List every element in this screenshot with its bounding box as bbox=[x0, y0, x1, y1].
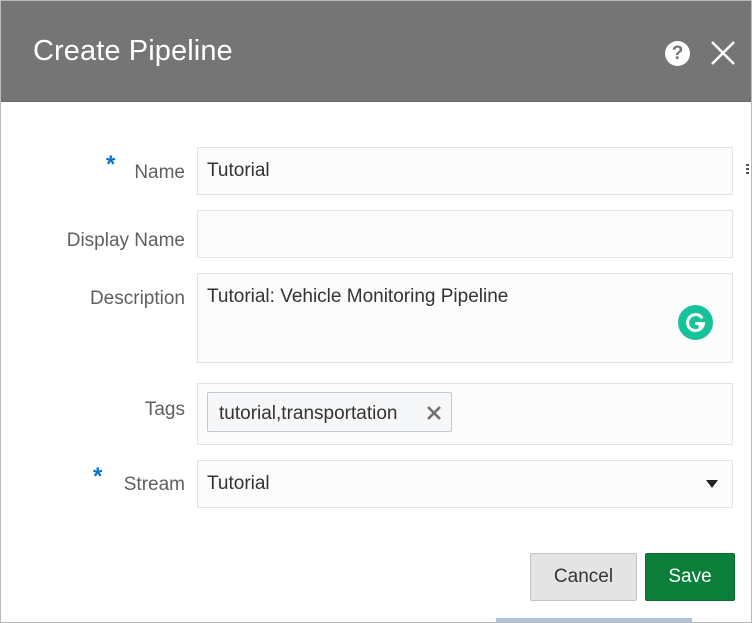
tag-chip-label: tutorial,transportation bbox=[219, 403, 398, 424]
name-label: Name bbox=[134, 162, 185, 183]
help-icon[interactable]: ? bbox=[665, 41, 690, 66]
cancel-button[interactable]: Cancel bbox=[530, 553, 637, 601]
dialog-header: Create Pipeline ? bbox=[1, 1, 751, 102]
dialog-title: Create Pipeline bbox=[33, 35, 233, 67]
tags-input[interactable]: tutorial,transportation bbox=[197, 383, 733, 445]
name-required-marker: * bbox=[106, 151, 116, 178]
description-textarea[interactable]: Tutorial: Vehicle Monitoring Pipeline bbox=[197, 273, 733, 363]
stream-label: Stream bbox=[123, 474, 185, 495]
caret-down-icon bbox=[706, 480, 718, 488]
background-edge-mark bbox=[746, 164, 749, 174]
x-icon[interactable] bbox=[426, 405, 442, 421]
stream-select-value: Tutorial bbox=[207, 473, 270, 494]
save-button[interactable]: Save bbox=[645, 553, 735, 601]
name-input[interactable]: Tutorial bbox=[197, 147, 733, 195]
name-input-value: Tutorial bbox=[207, 160, 270, 181]
tags-label: Tags bbox=[144, 399, 185, 420]
display-name-label: Display Name bbox=[66, 230, 185, 251]
display-name-input[interactable] bbox=[197, 210, 733, 258]
grammarly-icon[interactable] bbox=[678, 305, 713, 340]
stream-select[interactable]: Tutorial bbox=[197, 460, 733, 508]
background-link-fragment bbox=[496, 618, 692, 622]
close-icon[interactable] bbox=[709, 39, 737, 67]
description-value: Tutorial: Vehicle Monitoring Pipeline bbox=[207, 286, 509, 307]
tag-chip: tutorial,transportation bbox=[207, 392, 452, 432]
description-label: Description bbox=[89, 288, 185, 309]
stream-required-marker: * bbox=[93, 463, 103, 490]
create-pipeline-dialog: Create Pipeline ? * Name Tutorial Displa… bbox=[0, 0, 752, 623]
